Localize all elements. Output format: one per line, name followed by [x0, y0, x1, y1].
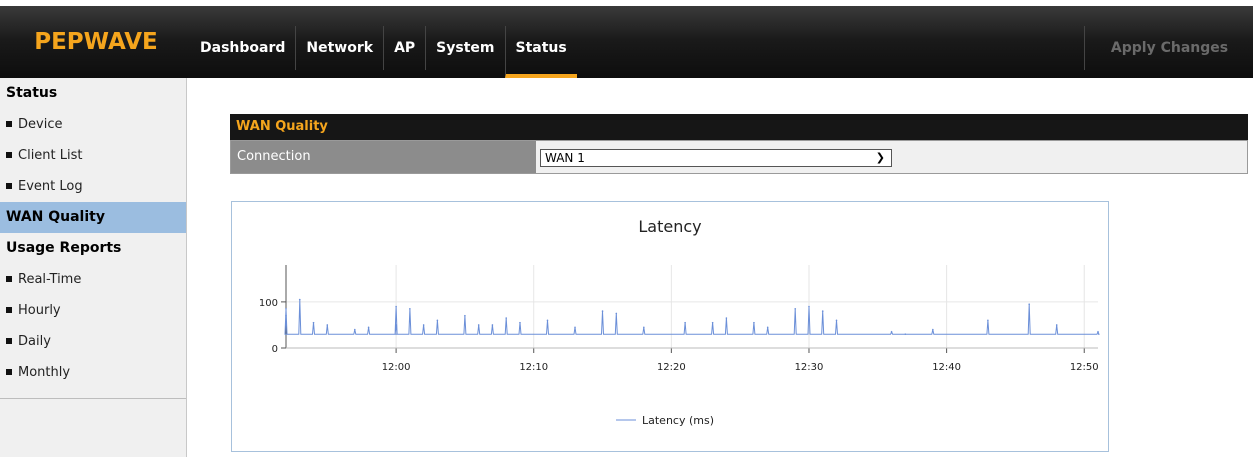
chart-grid	[286, 265, 1098, 349]
bullet-icon	[6, 182, 12, 189]
sidebar-divider	[0, 398, 186, 399]
latency-point	[1028, 303, 1030, 305]
section-title: WAN Quality	[230, 114, 1248, 140]
x-tick-label: 12:40	[932, 362, 961, 373]
y-tick-label: 0	[272, 344, 278, 355]
sidebar-item-real-time[interactable]: Real-Time	[0, 264, 186, 295]
latency-point	[835, 319, 838, 322]
latency-point	[904, 333, 907, 335]
sidebar-item-label: Hourly	[18, 303, 61, 318]
x-tick-label: 12:50	[1070, 362, 1099, 373]
latency-point	[808, 305, 810, 308]
latency-point	[711, 321, 714, 324]
sidebar: Status Device Client List Event Log WAN …	[0, 78, 187, 457]
latency-point	[477, 324, 480, 326]
sidebar-item-label: Daily	[18, 334, 51, 349]
chart-title: Latency	[638, 217, 701, 236]
latency-point	[643, 326, 645, 329]
sidebar-item-label: Client List	[18, 148, 83, 163]
latency-point	[312, 321, 315, 324]
bullet-icon	[6, 275, 12, 282]
latency-point	[285, 314, 287, 317]
chevron-down-icon: ❯	[875, 151, 885, 164]
legend-label: Latency (ms)	[642, 414, 714, 427]
latency-point	[367, 326, 370, 329]
latency-point	[1097, 331, 1099, 333]
chart-legend: Latency (ms)	[616, 414, 714, 427]
latency-point	[395, 324, 397, 326]
nav-ap[interactable]: AP	[383, 26, 425, 70]
latency-chart-svg: Latency 0 100 12:00 12:10 12:20 12:30 12:40 12:…	[259, 217, 1100, 427]
latency-chart: Latency 0 100 12:00 12:10 12:20 12:30 12:40 12:…	[231, 201, 1109, 452]
latency-point	[354, 328, 356, 331]
connection-label: Connection	[231, 141, 536, 173]
x-tick-label: 12:30	[795, 362, 824, 373]
latency-point	[725, 317, 728, 319]
main-nav: Dashboard Network AP System Status	[190, 26, 577, 78]
latency-point	[615, 312, 618, 315]
latency-point	[519, 321, 521, 324]
latency-point	[753, 321, 755, 324]
sidebar-item-monthly[interactable]: Monthly	[0, 357, 186, 388]
latency-point	[1055, 324, 1058, 326]
sidebar-item-label: Monthly	[18, 365, 71, 380]
x-tick-label: 12:00	[382, 362, 411, 373]
latency-point	[766, 326, 769, 329]
latency-point	[464, 314, 466, 317]
bullet-icon	[6, 306, 12, 313]
latency-point	[821, 310, 824, 312]
nav-system[interactable]: System	[425, 26, 504, 70]
x-tick-label: 12:10	[519, 362, 548, 373]
bullet-icon	[6, 120, 12, 127]
sidebar-item-device[interactable]: Device	[0, 109, 186, 140]
latency-point	[987, 319, 989, 322]
connection-row: Connection WAN 1 ❯	[230, 140, 1248, 174]
latency-point	[601, 310, 604, 312]
sidebar-item-daily[interactable]: Daily	[0, 326, 186, 357]
top-navigation-bar: PEPWAVE Dashboard Network AP System Stat…	[0, 0, 1253, 78]
chart-series	[284, 298, 1100, 335]
nav-network[interactable]: Network	[295, 26, 383, 70]
latency-point	[285, 308, 287, 310]
latency-point	[436, 319, 439, 322]
pepwave-logo: PEPWAVE	[34, 29, 158, 55]
latency-point	[422, 324, 425, 326]
sidebar-item-label: Device	[18, 117, 63, 132]
latency-point	[409, 308, 411, 310]
latency-point	[890, 331, 893, 333]
latency-point	[574, 326, 576, 329]
bullet-icon	[6, 337, 12, 344]
x-tick-label: 12:20	[657, 362, 686, 373]
latency-point	[546, 319, 549, 322]
latency-point	[491, 324, 494, 326]
nav-dashboard[interactable]: Dashboard	[190, 26, 295, 70]
connection-select-value: WAN 1	[545, 151, 585, 165]
apply-changes-button[interactable]: Apply Changes	[1084, 26, 1253, 70]
latency-point	[395, 305, 397, 308]
connection-select[interactable]: WAN 1 ❯	[540, 149, 892, 167]
sidebar-item-wan-quality[interactable]: WAN Quality	[0, 202, 186, 233]
bullet-icon	[6, 151, 12, 158]
sidebar-item-label: Event Log	[18, 179, 83, 194]
sidebar-item-event-log[interactable]: Event Log	[0, 171, 186, 202]
sidebar-header-usage-reports: Usage Reports	[6, 240, 122, 256]
sidebar-item-client-list[interactable]: Client List	[0, 140, 186, 171]
latency-point	[326, 324, 329, 326]
sidebar-item-label: Real-Time	[18, 272, 82, 287]
latency-point	[684, 321, 686, 324]
latency-point	[505, 317, 508, 319]
latency-point	[794, 308, 797, 310]
y-tick-label: 100	[259, 298, 278, 309]
sidebar-header-status: Status	[6, 85, 58, 101]
latency-point	[298, 298, 301, 301]
latency-series-line	[284, 299, 1100, 335]
bullet-icon	[6, 368, 12, 375]
nav-status[interactable]: Status	[504, 26, 577, 78]
chart-axes: 0 100 12:00 12:10 12:20 12:30 12:40 12:50	[259, 265, 1099, 373]
sidebar-item-hourly[interactable]: Hourly	[0, 295, 186, 326]
latency-point	[932, 328, 934, 331]
